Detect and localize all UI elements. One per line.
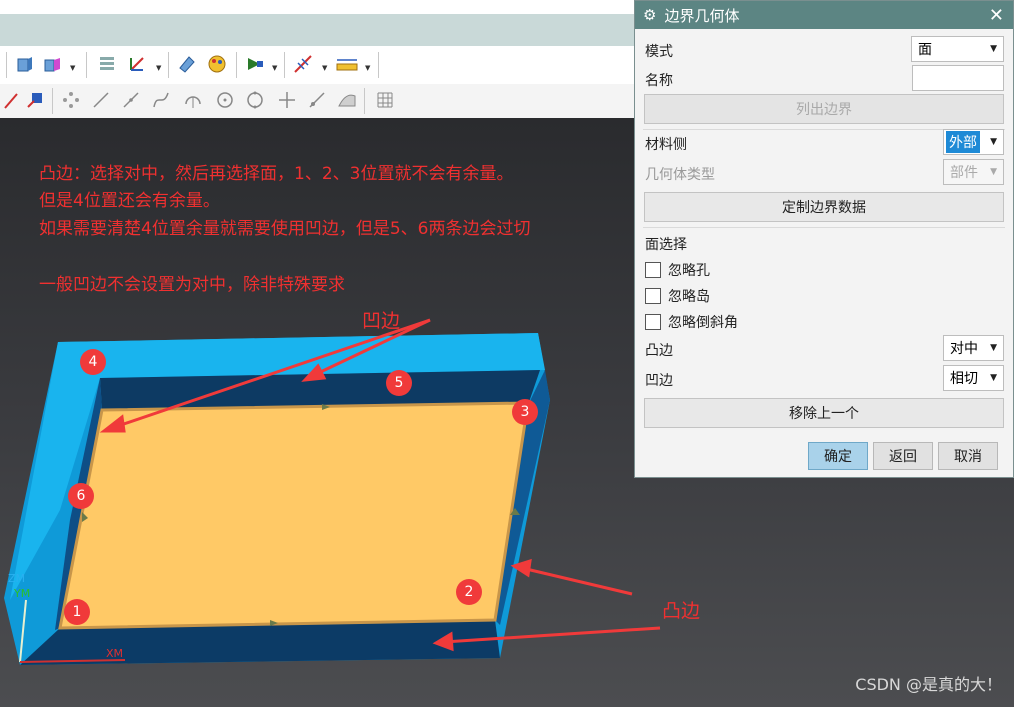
mode-label: 模式 bbox=[645, 44, 673, 60]
axis-xm-label: XM bbox=[106, 647, 124, 660]
convex-edge-select[interactable]: 对中 ▼ bbox=[943, 335, 1004, 361]
custom-boundary-button[interactable]: 定制边界数据 bbox=[644, 192, 1004, 222]
chevron-down-icon: ▼ bbox=[990, 137, 997, 147]
concave-edge-value: 相切 bbox=[950, 371, 978, 387]
ignore-chamfers-checkbox[interactable]: 忽略倒斜角 bbox=[645, 312, 738, 332]
dialog-title: 边界几何体 bbox=[664, 6, 740, 25]
divider bbox=[643, 227, 1005, 228]
chevron-down-icon: ▼ bbox=[990, 167, 997, 177]
position-badge-2: 2 bbox=[456, 579, 482, 605]
close-icon[interactable]: ✕ bbox=[989, 5, 1004, 26]
remove-last-button[interactable]: 移除上一个 bbox=[644, 398, 1004, 428]
annotation-line-3: 如果需要清楚4位置余量就需要使用凹边，但是5、6两条边会过切 bbox=[39, 219, 531, 239]
name-input[interactable] bbox=[912, 65, 1004, 91]
material-side-select[interactable]: 外部 ▼ bbox=[943, 129, 1004, 155]
position-badge-6: 6 bbox=[68, 483, 94, 509]
ignore-chamfers-label: 忽略倒斜角 bbox=[668, 315, 738, 331]
concave-edge-select[interactable]: 相切 ▼ bbox=[943, 365, 1004, 391]
annotation-line-2: 但是4位置还会有余量。 bbox=[39, 191, 220, 211]
cancel-button[interactable]: 取消 bbox=[938, 442, 998, 470]
convex-edge-value: 对中 bbox=[950, 341, 978, 357]
checkbox-box[interactable] bbox=[645, 314, 661, 330]
geometry-type-value: 部件 bbox=[950, 165, 978, 181]
ignore-holes-label: 忽略孔 bbox=[668, 263, 710, 279]
mode-value: 面 bbox=[918, 42, 932, 58]
convex-label: 凸边 bbox=[662, 600, 701, 622]
watermark: CSDN @是真的大！ bbox=[855, 675, 1002, 694]
position-badge-5: 5 bbox=[386, 370, 412, 396]
concave-edge-label: 凹边 bbox=[645, 373, 673, 389]
concave-label: 凹边 bbox=[362, 310, 401, 332]
chevron-down-icon: ▼ bbox=[990, 44, 997, 54]
chevron-down-icon: ▼ bbox=[990, 373, 997, 383]
material-side-value: 外部 bbox=[946, 131, 980, 153]
ignore-islands-label: 忽略岛 bbox=[668, 289, 710, 305]
annotation-arrow bbox=[521, 566, 633, 596]
ignore-holes-checkbox[interactable]: 忽略孔 bbox=[645, 260, 710, 280]
checkbox-box[interactable] bbox=[645, 288, 661, 304]
mode-select[interactable]: 面 ▼ bbox=[911, 36, 1004, 62]
face-selection-heading: 面选择 bbox=[645, 237, 687, 253]
gear-icon[interactable]: ⚙ bbox=[643, 6, 656, 24]
annotation-line-4: 一般凹边不会设置为对中，除非特殊要求 bbox=[39, 275, 345, 295]
position-badge-1: 1 bbox=[64, 599, 90, 625]
chevron-down-icon: ▼ bbox=[990, 343, 997, 353]
material-side-label: 材料侧 bbox=[645, 137, 687, 153]
ignore-islands-checkbox[interactable]: 忽略岛 bbox=[645, 286, 710, 306]
back-button[interactable]: 返回 bbox=[873, 442, 933, 470]
position-badge-4: 4 bbox=[80, 349, 106, 375]
annotation-line-1: 凸边：选择对中，然后再选择面，1、2、3位置就不会有余量。 bbox=[39, 164, 514, 184]
name-label: 名称 bbox=[645, 73, 673, 89]
list-boundary-button[interactable]: 列出边界 bbox=[644, 94, 1004, 124]
geometry-type-label: 几何体类型 bbox=[645, 167, 715, 183]
dialog-title-bar[interactable]: ⚙ 边界几何体 ✕ bbox=[635, 1, 1013, 29]
geometry-type-select[interactable]: 部件 ▼ bbox=[943, 159, 1004, 185]
axis-ym-label: YM bbox=[14, 587, 31, 600]
checkbox-box[interactable] bbox=[645, 262, 661, 278]
boundary-geometry-dialog: ⚙ 边界几何体 ✕ 模式 面 ▼ 名称 列出边界 材料侧 外部 ▼ 几何体类型 … bbox=[634, 0, 1014, 478]
convex-edge-label: 凸边 bbox=[645, 343, 673, 359]
position-badge-3: 3 bbox=[512, 399, 538, 425]
axis-zm-label: ZM bbox=[8, 572, 26, 585]
ok-button[interactable]: 确定 bbox=[808, 442, 868, 470]
